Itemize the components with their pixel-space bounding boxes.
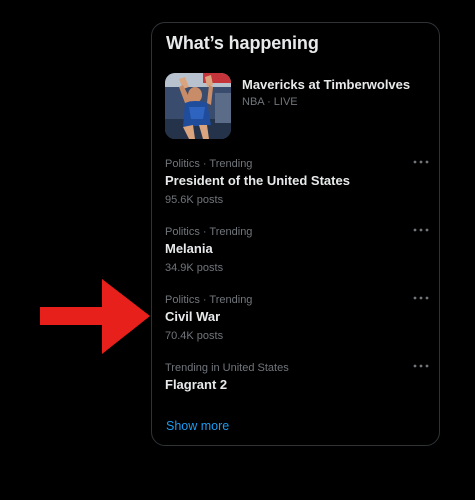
live-event-item[interactable]: Mavericks at Timberwolves NBA · LIVE	[165, 73, 427, 143]
live-event-title: Mavericks at Timberwolves	[242, 77, 411, 92]
trend-name: Civil War	[165, 309, 221, 324]
trend-name: Flagrant 2	[165, 377, 228, 392]
more-options-icon[interactable]	[412, 360, 430, 372]
trend-category: Trending in United States	[165, 362, 289, 374]
trend-item[interactable]: Trending in United States Flagrant 2	[165, 360, 430, 422]
screen: What’s happening Mavericks at Timberwolv…	[0, 0, 475, 500]
trend-name: Melania	[165, 241, 213, 256]
live-event-subtitle: NBA · LIVE	[242, 96, 298, 108]
more-options-icon[interactable]	[412, 156, 430, 168]
more-options-icon[interactable]	[412, 224, 430, 236]
trend-post-count: 34.9K posts	[165, 262, 224, 274]
trend-category: Politics · Trending	[165, 158, 253, 170]
trend-name: President of the United States	[165, 173, 350, 188]
red-arrow-annotation-icon	[40, 279, 150, 354]
trend-category: Politics · Trending	[165, 294, 253, 306]
panel-title: What’s happening	[166, 33, 319, 53]
trend-post-count: 70.4K posts	[165, 330, 224, 342]
trend-item[interactable]: Politics · Trending Civil War 70.4K post…	[165, 292, 430, 354]
show-more-link[interactable]: Show more	[166, 419, 229, 433]
more-options-icon[interactable]	[412, 292, 430, 304]
trend-item[interactable]: Politics · Trending President of the Uni…	[165, 156, 430, 218]
trend-item[interactable]: Politics · Trending Melania 34.9K posts	[165, 224, 430, 286]
basketball-photo-icon	[165, 73, 231, 139]
whats-happening-panel: What’s happening Mavericks at Timberwolv…	[151, 22, 440, 446]
live-event-thumbnail	[165, 73, 231, 139]
trend-category: Politics · Trending	[165, 226, 253, 238]
trend-post-count: 95.6K posts	[165, 194, 224, 206]
